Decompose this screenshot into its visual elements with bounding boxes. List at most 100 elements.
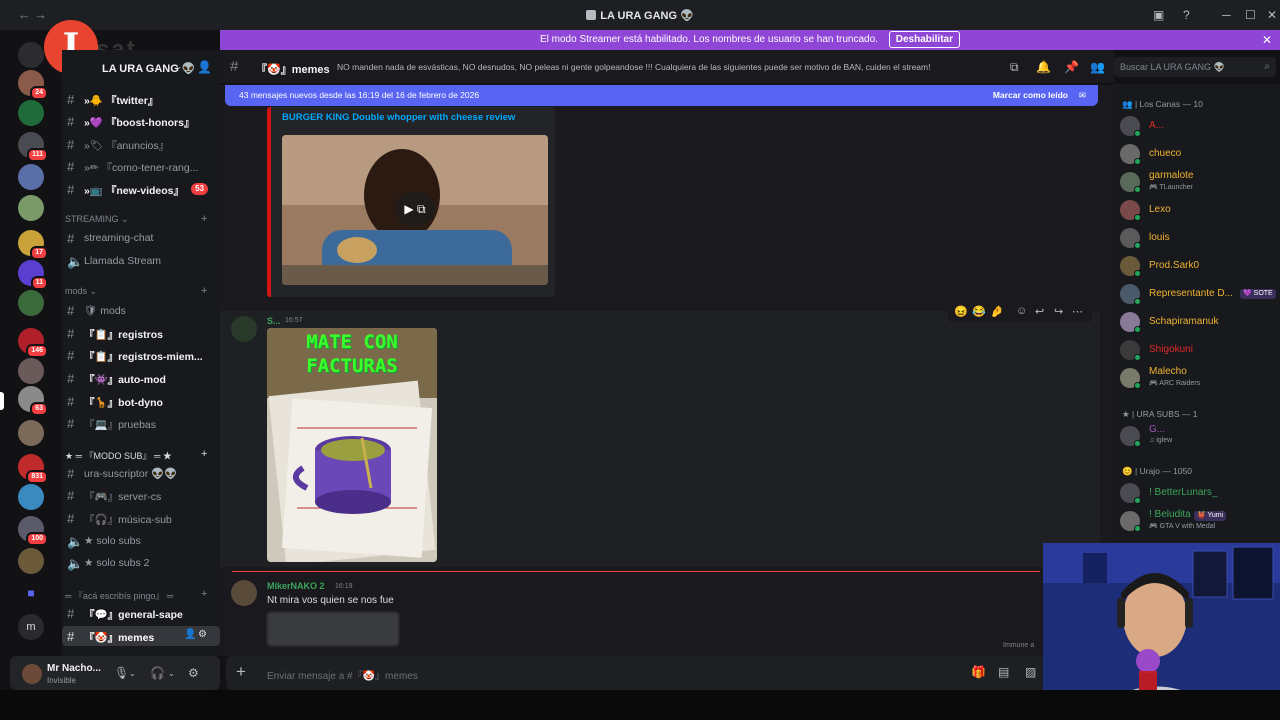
channel-registros[interactable]: ▶#『📋』registros <box>62 323 220 343</box>
add-member-icon[interactable]: 👤 <box>197 60 212 74</box>
member-item[interactable]: Schapiramanuk <box>1120 310 1278 334</box>
server-icon[interactable] <box>18 290 44 316</box>
embed-title-link[interactable]: BURGER KING Double whopper with cheese r… <box>282 112 515 123</box>
server-m-icon[interactable]: m <box>18 614 44 640</box>
channel-new-videos[interactable]: ▶#»📺 『new-videos』53 <box>62 179 220 199</box>
voice-channel-llamada-stream[interactable]: 🔈 Llamada Stream <box>62 251 220 271</box>
mark-as-read-button[interactable]: Marcar como leído <box>993 85 1068 106</box>
mate-con-facturas-image[interactable]: MATE CON FACTURAS <box>267 328 437 562</box>
voice-channel-solo-subs-2[interactable]: 🔈 ★ solo subs 2 <box>62 553 220 573</box>
server-icon[interactable]: 24 <box>18 70 48 100</box>
gear-icon[interactable]: ⚙ <box>198 629 207 640</box>
server-icon[interactable] <box>18 164 44 190</box>
member-item[interactable]: Shigokuni <box>1120 338 1278 362</box>
server-icon[interactable]: 146 <box>18 328 48 358</box>
channel-anuncios[interactable]: # »🏷 『anuncios』 <box>62 134 220 154</box>
server-icon[interactable] <box>18 358 44 384</box>
reaction-emoji-icon[interactable]: 😖 <box>954 305 968 318</box>
server-icon[interactable]: 11 <box>18 260 48 290</box>
server-icon[interactable] <box>18 548 44 574</box>
add-channel-icon[interactable]: + <box>201 285 207 297</box>
chevron-down-icon[interactable]: ⌄ <box>175 61 183 72</box>
category-modo-sub[interactable]: ★ ═ 『MODO SUB』 ═ ★ + <box>65 448 207 462</box>
server-icon[interactable]: 17 <box>18 230 48 260</box>
channel-auto-mod[interactable]: ▶#『👾』auto-mod <box>62 368 220 388</box>
help-icon[interactable]: ? <box>1183 8 1190 22</box>
reaction-emoji-icon[interactable]: 🤌 <box>990 305 1004 318</box>
server-icon[interactable] <box>18 100 44 126</box>
message-composer[interactable]: + Enviar mensaje a #『🤡』memes 🎁 ▤ ▨ <box>226 656 1106 690</box>
message-author[interactable]: MikerNAKO 2 <box>267 581 325 591</box>
member-item[interactable]: A... <box>1120 114 1278 138</box>
add-channel-icon[interactable]: + <box>201 213 207 225</box>
gear-icon[interactable]: ⚙ <box>188 666 199 680</box>
member-item[interactable]: garmalote 🎮 TLauncher <box>1120 170 1278 194</box>
disable-streamer-button[interactable]: Deshabilitar <box>888 31 960 48</box>
message-author[interactable]: S... <box>267 316 281 326</box>
channel-topic[interactable]: NO manden nada de esvásticas, NO desnudo… <box>337 62 930 72</box>
minimize-icon[interactable]: ─ <box>1222 8 1231 22</box>
gift-icon[interactable]: 🎁 <box>971 665 986 679</box>
server-icon[interactable] <box>18 195 44 221</box>
channel-memes[interactable]: ▶#『🤡』memes👤⚙ <box>62 626 220 646</box>
reaction-emoji-icon[interactable]: 😂 <box>972 305 986 318</box>
category-streaming[interactable]: STREAMING ⌄ + <box>65 213 207 225</box>
channel-boost-honors[interactable]: ▶#»💜 『boost-honors』 <box>62 111 220 131</box>
avatar[interactable] <box>231 316 257 342</box>
headphones-icon[interactable]: 🎧 <box>150 666 165 680</box>
bell-icon[interactable]: 🔔 <box>1036 60 1051 74</box>
server-icon[interactable]: 831 <box>18 454 48 484</box>
chevron-down-icon[interactable]: ⌄ <box>168 669 175 678</box>
member-item[interactable]: Malecho 🎮 ARC Raiders <box>1120 366 1278 390</box>
member-item[interactable]: G... ♫ iglew <box>1120 424 1278 448</box>
direct-messages-icon[interactable] <box>18 42 44 68</box>
user-name[interactable]: Mr Nacho... <box>47 663 101 674</box>
channel-registros-miembros[interactable]: ▶#『📋』registros-miem... <box>62 345 220 365</box>
avatar[interactable] <box>22 664 42 684</box>
more-options-icon[interactable]: ⋯ <box>1072 305 1083 318</box>
channel-ura-suscriptor[interactable]: # ura-suscriptor 👽👽 <box>62 463 220 483</box>
channel-bot-dyno[interactable]: ▶#『🦒』bot-dyno <box>62 391 220 411</box>
invite-icon[interactable]: 👤 <box>184 629 196 640</box>
maximize-icon[interactable]: ☐ <box>1245 8 1256 22</box>
new-messages-bar[interactable]: 43 mensajes nuevos desde las 16:19 del 1… <box>225 85 1098 106</box>
forward-icon[interactable]: ↪ <box>1054 305 1063 318</box>
category-aca-escribis-pingo[interactable]: ═ 『acá escribís pingo』 ═ + <box>65 588 207 602</box>
member-item[interactable]: Representante D... 💜 SOTE <box>1120 282 1278 306</box>
close-banner-icon[interactable]: ✕ <box>1262 30 1272 50</box>
play-icon[interactable]: ▶ ⧉ <box>395 192 435 226</box>
blurred-attachment[interactable] <box>267 612 399 646</box>
member-item[interactable]: ! BetterLunars_ <box>1120 481 1278 505</box>
close-window-icon[interactable]: ✕ <box>1267 8 1277 22</box>
guild-header[interactable]: LA URA GANG 👽 ⌄ 👤 <box>62 50 220 84</box>
channel-twitter[interactable]: ▶#»🐥 『twitter』 <box>62 89 220 109</box>
server-icon[interactable]: 100 <box>18 516 48 546</box>
channel-streaming-chat[interactable]: # streaming-chat <box>62 228 220 248</box>
add-channel-icon[interactable]: + <box>201 588 207 600</box>
add-channel-icon[interactable]: + <box>201 448 207 460</box>
sticker-icon[interactable]: ▨ <box>1025 665 1036 679</box>
member-item[interactable]: ! Beludita 🎮 GTA V with Medal 👹 Yumi <box>1120 509 1278 533</box>
channel-server-cs[interactable]: # 『🎮』server-cs <box>62 485 220 505</box>
add-reaction-icon[interactable]: ☺ <box>1016 305 1027 317</box>
member-item[interactable]: chueco <box>1120 142 1278 166</box>
server-icon[interactable]: 111 <box>18 132 48 162</box>
channel-como-tener-rango[interactable]: # »✏ 『como-tener-rang... <box>62 156 220 176</box>
channel-general-sape[interactable]: ▶#『💬』general-sape <box>62 603 220 623</box>
reply-icon[interactable]: ↩ <box>1035 305 1044 318</box>
threads-icon[interactable]: ⧉ <box>1010 60 1019 75</box>
server-icon[interactable] <box>18 420 44 446</box>
voice-channel-solo-subs[interactable]: 🔈 ★ solo subs <box>62 531 220 551</box>
folder-icon[interactable]: ■ <box>18 586 44 612</box>
server-icon[interactable] <box>18 484 44 510</box>
attach-plus-icon[interactable]: + <box>236 662 246 682</box>
member-list-icon[interactable]: 👥 <box>1090 60 1105 74</box>
avatar[interactable] <box>231 580 257 606</box>
gif-icon[interactable]: ▤ <box>998 665 1009 679</box>
server-icon[interactable]: 63 <box>18 386 48 416</box>
pin-icon[interactable]: 📌 <box>1064 60 1079 74</box>
member-item[interactable]: Prod.Sark0 <box>1120 254 1278 278</box>
channel-mods[interactable]: # 🛡 mods <box>62 300 220 320</box>
video-thumbnail[interactable]: ▶ ⧉ <box>282 135 548 285</box>
member-item[interactable]: Lexo <box>1120 198 1278 222</box>
